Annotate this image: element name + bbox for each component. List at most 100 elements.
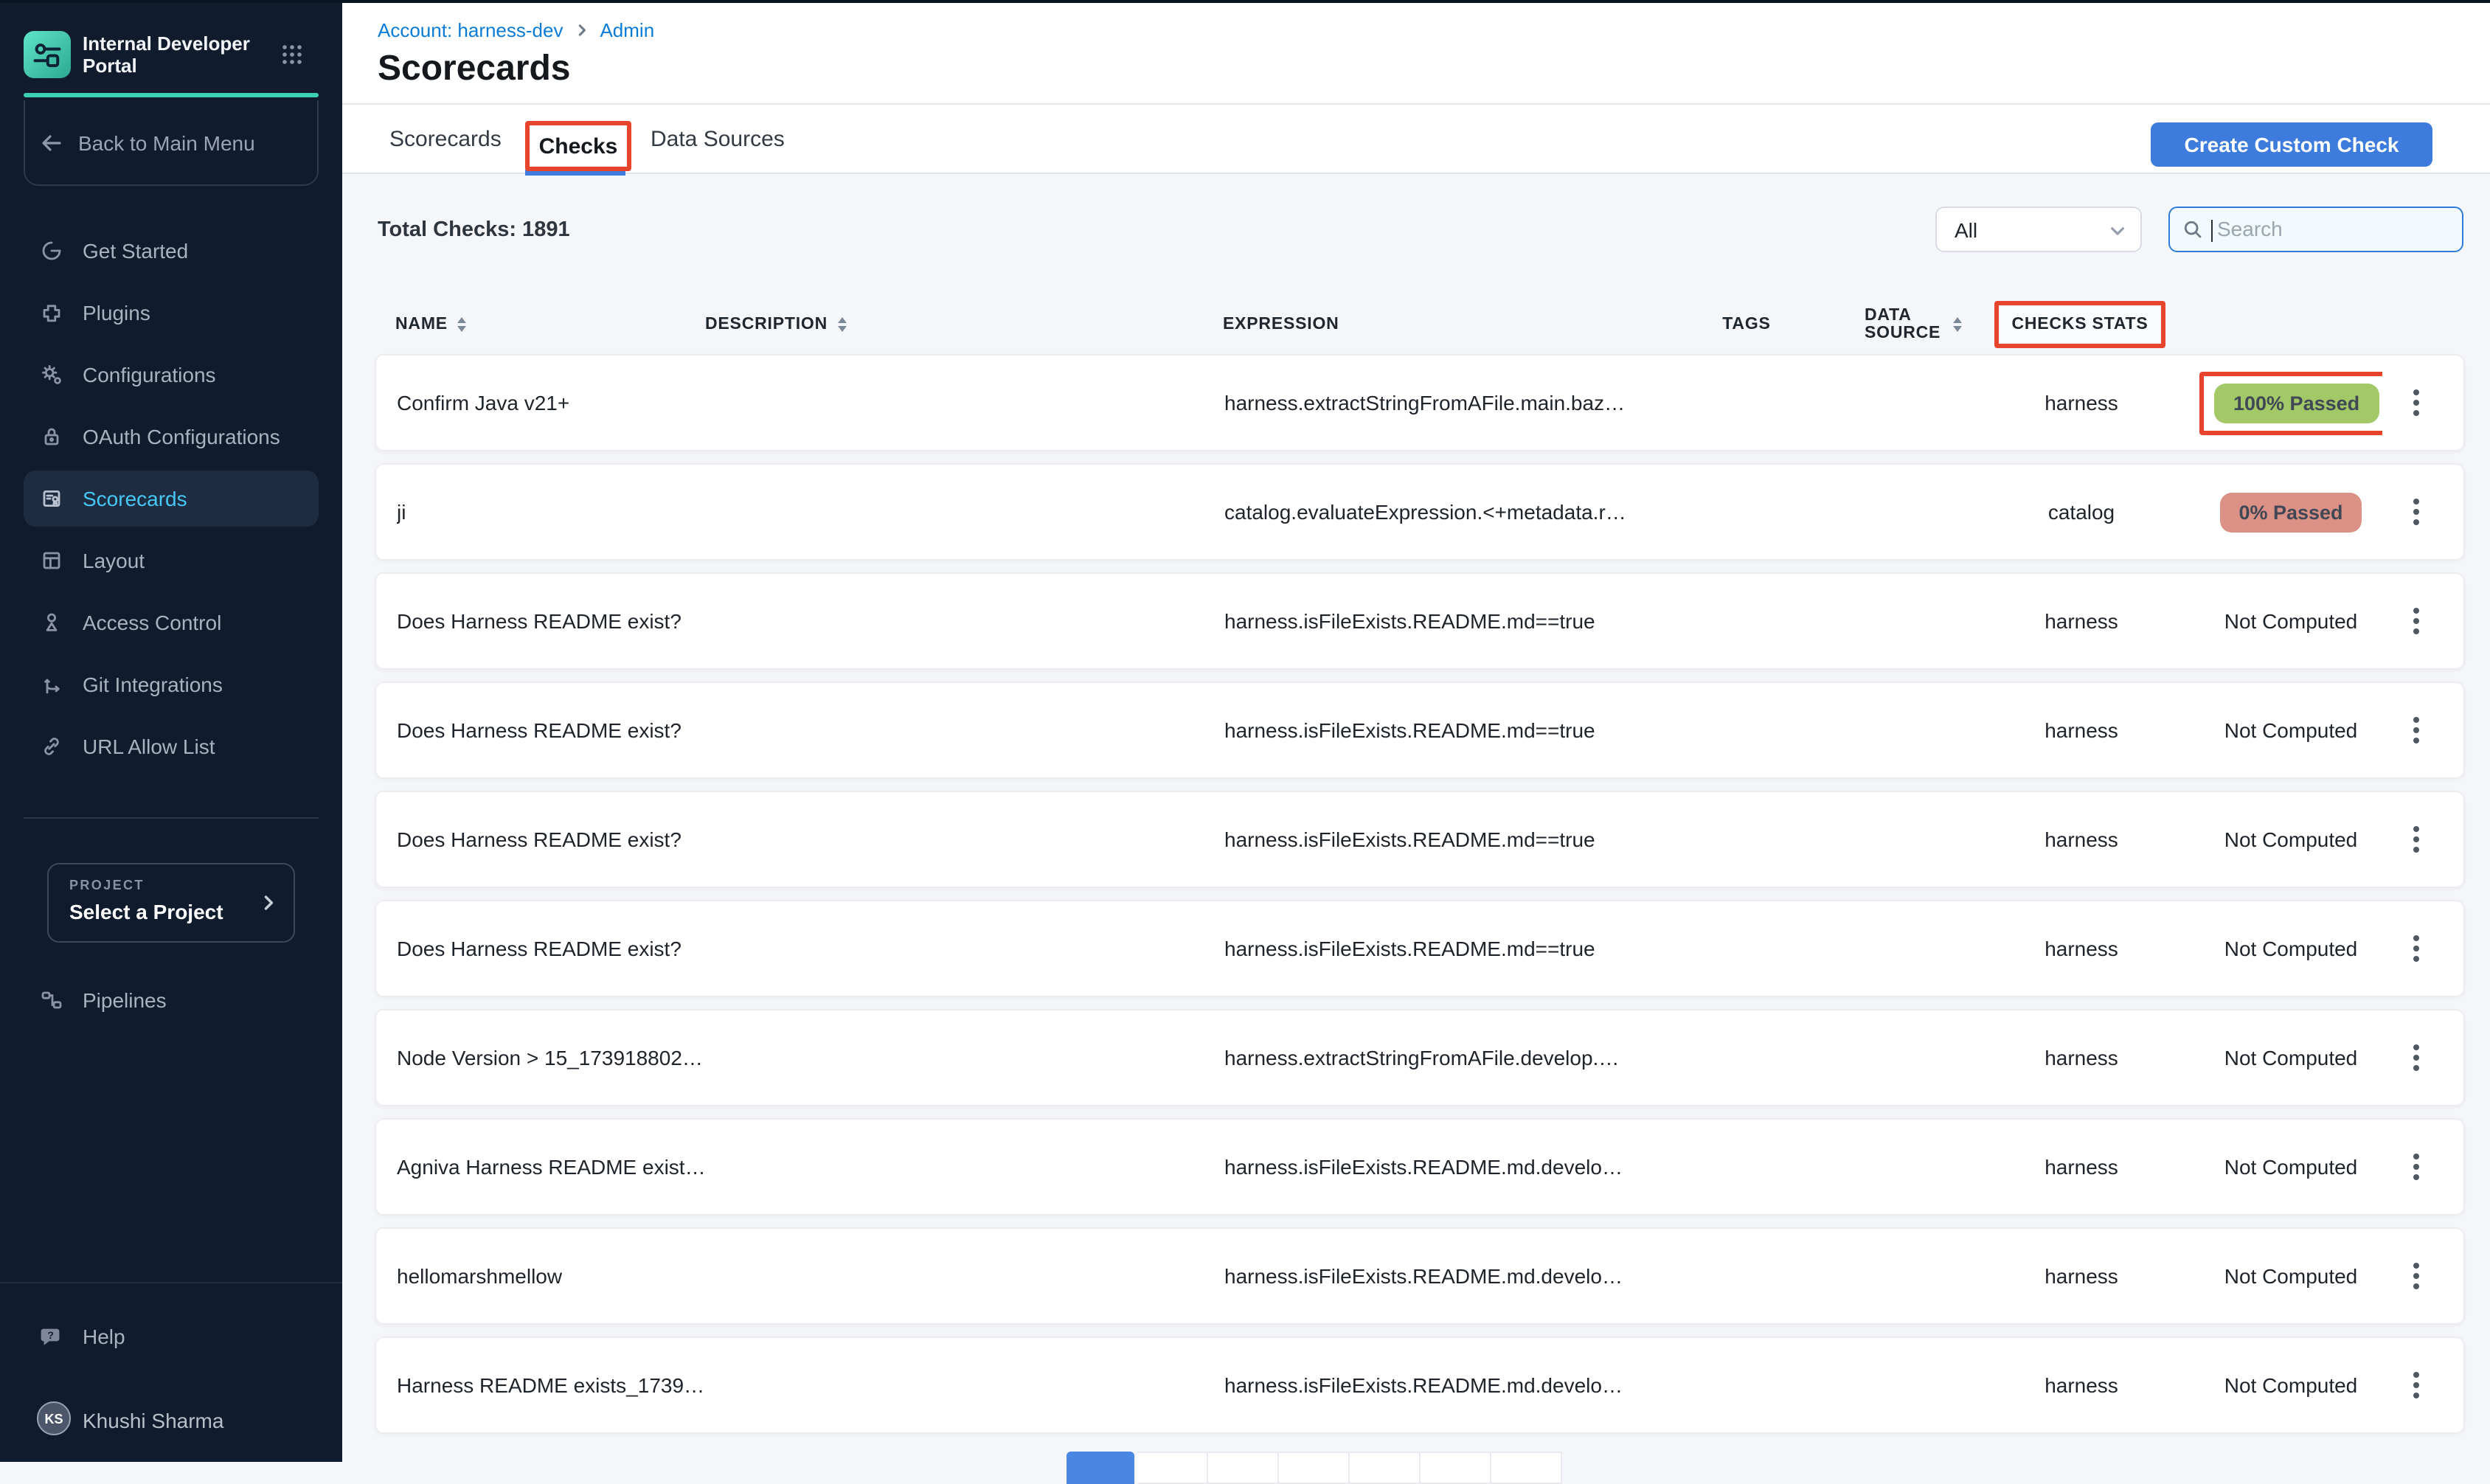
sidebar-item-layout[interactable]: Layout: [0, 530, 342, 592]
annotation-box-checks-stats-header: CHECKS STATS: [1994, 301, 2165, 348]
text-cursor: [2211, 220, 2213, 242]
page-button-active[interactable]: [1067, 1452, 1134, 1484]
project-selector[interactable]: PROJECT Select a Project: [47, 863, 295, 943]
sidebar-item-label: Scorecards: [83, 487, 187, 510]
sidebar-item-oauth-configurations[interactable]: OAuth Configurations: [0, 406, 342, 468]
sidebar-item-access-control[interactable]: Access Control: [0, 592, 342, 653]
sidebar-bottom-divider: [0, 1282, 342, 1283]
search-icon: [2182, 218, 2204, 248]
checks-content: Total Checks: 1891 All NAMEDESCRIPTIONEX…: [342, 174, 2490, 1462]
sidebar: Internal Developer Portal Back to Main M…: [0, 0, 342, 1462]
page-button[interactable]: [1208, 1452, 1279, 1484]
sort-icon[interactable]: [838, 317, 847, 332]
column-header-description[interactable]: DESCRIPTION: [705, 316, 1223, 333]
check-name: Node Version > 15_1739188021...: [397, 1046, 707, 1069]
check-data-source: harness: [1963, 937, 2199, 960]
chevron-right-icon: [258, 892, 279, 920]
page-header: Account: harness-dev Admin Scorecards: [342, 3, 2490, 103]
check-stats-not-computed: Not Computed: [2199, 1155, 2382, 1179]
filter-dropdown[interactable]: All: [1935, 207, 2142, 252]
arrow-left-icon: [40, 131, 63, 154]
create-custom-check-button[interactable]: Create Custom Check: [2151, 122, 2432, 167]
check-name: Confirm Java v21+: [397, 391, 707, 415]
logo-row: Internal Developer Portal: [24, 31, 319, 81]
sidebar-item-label: Git Integrations: [83, 673, 223, 696]
help-button[interactable]: ? Help: [0, 1306, 342, 1367]
back-label: Back to Main Menu: [78, 131, 255, 154]
check-expression: harness.isFileExists.README.md.develop==…: [1224, 1264, 1630, 1288]
tab-scorecards[interactable]: Scorecards: [389, 105, 502, 173]
row-menu-button[interactable]: [2407, 1257, 2424, 1295]
table-row: Harness README exists_173917... harness.i…: [375, 1336, 2465, 1434]
tab-checks[interactable]: Checks: [539, 134, 618, 159]
row-menu-button[interactable]: [2407, 1039, 2424, 1077]
get-started-icon: [40, 239, 63, 263]
breadcrumb-admin-link[interactable]: Admin: [600, 19, 654, 41]
sidebar-item-configurations[interactable]: Configurations: [0, 344, 342, 406]
svg-text:?: ?: [47, 1329, 54, 1341]
pagination: [1067, 1452, 1562, 1484]
back-to-main-menu[interactable]: Back to Main Menu: [24, 100, 319, 186]
user-name: Khushi Sharma: [83, 1409, 223, 1432]
avatar[interactable]: KS: [37, 1401, 71, 1435]
main-area: Account: harness-dev Admin Scorecards Sc…: [342, 0, 2490, 1462]
annotation-box-checks-tab[interactable]: Checks: [525, 121, 631, 171]
sort-icon[interactable]: [458, 317, 467, 332]
check-expression: harness.isFileExists.README.md.develop==…: [1224, 1155, 1630, 1179]
check-expression: harness.isFileExists.README.md.develop==…: [1224, 1373, 1630, 1397]
check-name: Harness README exists_173917...: [397, 1373, 707, 1397]
check-data-source: harness: [1963, 609, 2199, 633]
filter-value: All: [1955, 218, 1977, 242]
url-allow-list-icon: [40, 735, 63, 758]
sidebar-item-plugins[interactable]: Plugins: [0, 282, 342, 344]
sort-icon[interactable]: [1953, 317, 1962, 332]
page-button[interactable]: [1137, 1452, 1208, 1484]
row-menu-button[interactable]: [2407, 493, 2424, 531]
sidebar-divider: [24, 817, 319, 819]
column-label: NAME: [395, 316, 448, 333]
column-header-data-source[interactable]: DATA SOURCE: [1865, 307, 1962, 342]
check-data-source: catalog: [1963, 500, 2199, 524]
git-integrations-icon: [40, 673, 63, 696]
sidebar-item-label: Layout: [83, 549, 145, 572]
sidebar-item-pipelines[interactable]: Pipelines: [0, 969, 342, 1031]
annotation-box-stats-badge: 100% Passed: [2199, 371, 2382, 434]
row-menu-button[interactable]: [2407, 929, 2424, 968]
sidebar-item-git-integrations[interactable]: Git Integrations: [0, 653, 342, 715]
check-expression: harness.isFileExists.README.md==true: [1224, 609, 1630, 633]
sidebar-item-get-started[interactable]: Get Started: [0, 220, 342, 282]
help-chat-icon: ?: [40, 1325, 63, 1348]
column-header-name[interactable]: NAME: [395, 316, 705, 333]
check-name: ji: [397, 500, 707, 524]
app-grid-icon[interactable]: [280, 43, 304, 66]
page-button[interactable]: [1421, 1452, 1491, 1484]
table-row: hellomarshmellowharness.isFileExists.REA…: [375, 1227, 2465, 1325]
check-name: Does Harness README exist?: [397, 718, 707, 742]
page-button[interactable]: [1350, 1452, 1421, 1484]
row-menu-button[interactable]: [2407, 384, 2424, 422]
page-button[interactable]: [1279, 1452, 1350, 1484]
breadcrumb-account-link[interactable]: Account: harness-dev: [378, 19, 563, 41]
search-input[interactable]: [2217, 208, 2453, 249]
sidebar-item-url-allow-list[interactable]: URL Allow List: [0, 715, 342, 777]
plugins-icon: [40, 301, 63, 325]
check-stats-not-computed: Not Computed: [2199, 609, 2382, 633]
app-title: Internal Developer Portal: [83, 32, 266, 77]
page-button[interactable]: [1491, 1452, 1562, 1484]
row-menu-button[interactable]: [2407, 1148, 2424, 1186]
row-menu-button[interactable]: [2407, 711, 2424, 749]
app-root: Internal Developer Portal Back to Main M…: [0, 0, 2490, 1462]
row-menu-button[interactable]: [2407, 1366, 2424, 1404]
sidebar-item-scorecards[interactable]: Scorecards: [0, 468, 342, 530]
row-menu-button[interactable]: [2407, 602, 2424, 640]
check-data-source: harness: [1963, 1264, 2199, 1288]
check-data-source: harness: [1963, 391, 2199, 415]
idp-logo-icon: [24, 31, 71, 78]
sidebar-item-label: Configurations: [83, 363, 216, 386]
row-menu-button[interactable]: [2407, 820, 2424, 859]
tab-data-sources[interactable]: Data Sources: [651, 105, 785, 173]
check-stats-not-computed: Not Computed: [2199, 828, 2382, 851]
sidebar-item-label: Access Control: [83, 611, 221, 634]
table-row: Does Harness README exist?harness.isFile…: [375, 682, 2465, 779]
check-expression: harness.extractStringFromAFile.main.baze…: [1224, 391, 1630, 415]
